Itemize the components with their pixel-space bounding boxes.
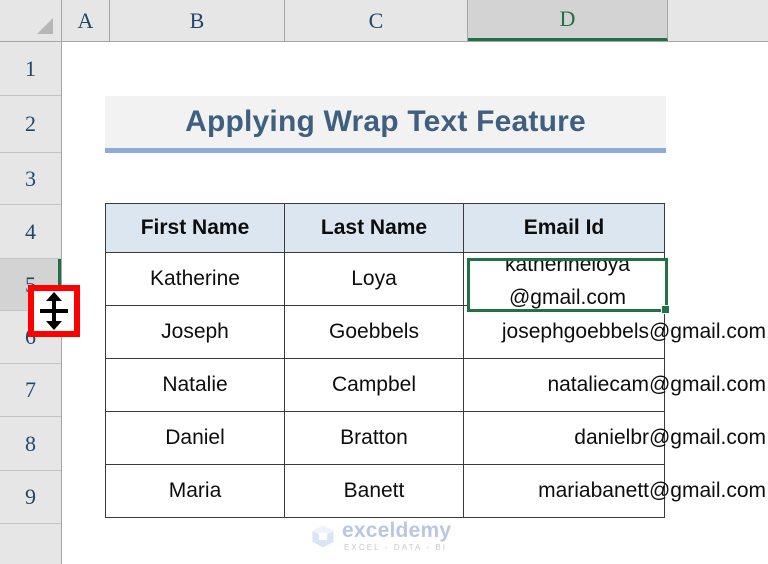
annotation-highlight-box bbox=[28, 285, 80, 337]
row-header-1[interactable]: 1 bbox=[0, 42, 61, 96]
cell-last-name[interactable]: Banett bbox=[284, 464, 464, 518]
cell-first-name[interactable]: Maria bbox=[105, 464, 285, 518]
fill-handle[interactable] bbox=[661, 305, 670, 314]
cell-first-name[interactable]: Daniel bbox=[105, 411, 285, 465]
email-text: nataliecam@gmail.com bbox=[547, 373, 766, 396]
watermark-tagline: EXCEL - DATA - BI bbox=[344, 543, 448, 552]
column-header-d-label: D bbox=[559, 6, 576, 31]
column-header-strip: A B C D bbox=[0, 0, 768, 42]
table-row[interactable]: Joseph Goebbels josephgoebbels@gmail.com bbox=[105, 305, 766, 359]
cell-first-name[interactable]: Natalie bbox=[105, 358, 285, 412]
column-header-a[interactable]: A bbox=[62, 0, 110, 41]
row-header-10[interactable] bbox=[0, 524, 61, 564]
cell-last-name[interactable]: Goebbels bbox=[284, 305, 464, 359]
email-overflow-text: nataliecam@gmail.com bbox=[466, 359, 766, 411]
email-text: danielbr@gmail.com bbox=[574, 426, 766, 449]
row-header-7[interactable]: 7 bbox=[0, 364, 61, 417]
worksheet-title-banner: Applying Wrap Text Feature bbox=[105, 96, 666, 153]
row-header-3-label: 3 bbox=[25, 165, 36, 191]
cell-email-id[interactable]: nataliecam@gmail.com bbox=[463, 358, 766, 412]
row-header-4-label: 4 bbox=[25, 218, 36, 244]
cell-last-name[interactable]: Bratton bbox=[284, 411, 464, 465]
row-header-3[interactable]: 3 bbox=[0, 153, 61, 205]
email-text: mariabanett@gmail.com bbox=[538, 479, 766, 502]
wrapped-text-line-1: katherineloya bbox=[505, 258, 630, 276]
header-email-id: Email Id bbox=[463, 203, 665, 253]
row-header-1-label: 1 bbox=[25, 55, 36, 81]
row-resize-cursor-icon bbox=[34, 291, 74, 331]
table-row[interactable]: Natalie Campbel nataliecam@gmail.com bbox=[105, 358, 766, 412]
page-title: Applying Wrap Text Feature bbox=[185, 105, 586, 138]
select-all-corner[interactable] bbox=[0, 0, 62, 41]
email-overflow-text: danielbr@gmail.com bbox=[466, 412, 766, 464]
column-header-e[interactable] bbox=[668, 0, 768, 41]
cell-first-name[interactable]: Katherine bbox=[105, 252, 285, 306]
watermark-name: exceldemy bbox=[342, 519, 452, 542]
row-header-9[interactable]: 9 bbox=[0, 471, 61, 524]
watermark-text-block: exceldemy EXCEL - DATA - BI bbox=[342, 520, 451, 552]
column-header-b-label: B bbox=[189, 7, 205, 33]
select-all-triangle-icon bbox=[37, 18, 53, 34]
exceldemy-logo-icon bbox=[312, 525, 334, 548]
column-header-b[interactable]: B bbox=[110, 0, 285, 41]
data-table: First Name Last Name Email Id Katherine … bbox=[105, 203, 766, 518]
row-header-8-label: 8 bbox=[25, 430, 36, 456]
row-header-4[interactable]: 4 bbox=[0, 205, 61, 259]
cell-last-name[interactable]: Campbel bbox=[284, 358, 464, 412]
email-overflow-text: mariabanett@gmail.com bbox=[466, 465, 766, 517]
column-header-c-label: C bbox=[368, 7, 384, 33]
cell-email-id[interactable]: mariabanett@gmail.com bbox=[463, 464, 766, 518]
row-header-9-label: 9 bbox=[25, 484, 36, 509]
header-last-name: Last Name bbox=[284, 203, 464, 253]
header-first-name: First Name bbox=[105, 203, 285, 253]
cell-first-name[interactable]: Joseph bbox=[105, 305, 285, 359]
table-row[interactable]: Maria Banett mariabanett@gmail.com bbox=[105, 464, 766, 518]
wrapped-text-line-2: @gmail.com bbox=[508, 286, 626, 309]
row-header-8[interactable]: 8 bbox=[0, 417, 61, 471]
exceldemy-watermark: exceldemy EXCEL - DATA - BI bbox=[310, 516, 470, 556]
column-header-a-label: A bbox=[77, 7, 94, 33]
email-overflow-text: josephgoebbels@gmail.com bbox=[466, 306, 766, 358]
row-header-2-label: 2 bbox=[25, 111, 36, 136]
column-header-c[interactable]: C bbox=[285, 0, 468, 41]
excel-worksheet: A B C D 1 2 3 4 5 6 7 8 9 Applying Wrap … bbox=[0, 0, 768, 564]
row-header-2[interactable]: 2 bbox=[0, 96, 61, 153]
column-header-d[interactable]: D bbox=[468, 0, 668, 41]
table-row[interactable]: Daniel Bratton danielbr@gmail.com bbox=[105, 411, 766, 465]
table-header-row: First Name Last Name Email Id bbox=[105, 203, 665, 253]
email-text: josephgoebbels@gmail.com bbox=[501, 320, 766, 343]
cell-email-id[interactable]: danielbr@gmail.com bbox=[463, 411, 766, 465]
cell-email-id[interactable]: josephgoebbels@gmail.com bbox=[463, 305, 766, 359]
cell-last-name[interactable]: Loya bbox=[284, 252, 464, 306]
row-header-7-label: 7 bbox=[25, 377, 36, 402]
selected-cell-d5[interactable]: katherineloya @gmail.com bbox=[467, 258, 668, 312]
